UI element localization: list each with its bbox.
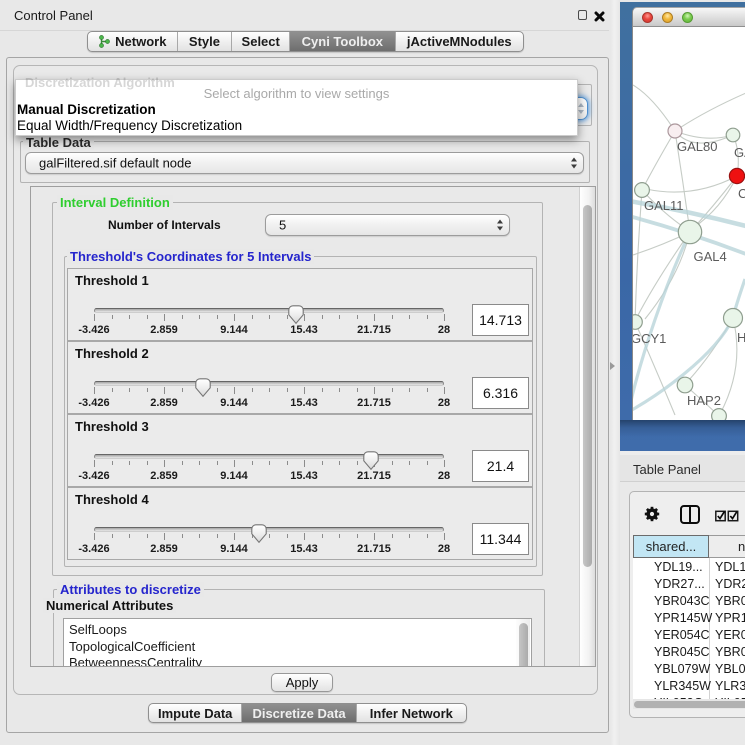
svg-text:GAL11: GAL11	[644, 198, 684, 213]
svg-text:GA: GA	[734, 145, 745, 160]
svg-text:GCY1: GCY1	[633, 331, 666, 346]
svg-text:GAL80: GAL80	[677, 139, 717, 154]
svg-text:C: C	[738, 186, 745, 201]
svg-text:GAL4: GAL4	[694, 249, 727, 264]
svg-text:H: H	[737, 330, 745, 345]
svg-text:HAP2: HAP2	[687, 393, 721, 408]
